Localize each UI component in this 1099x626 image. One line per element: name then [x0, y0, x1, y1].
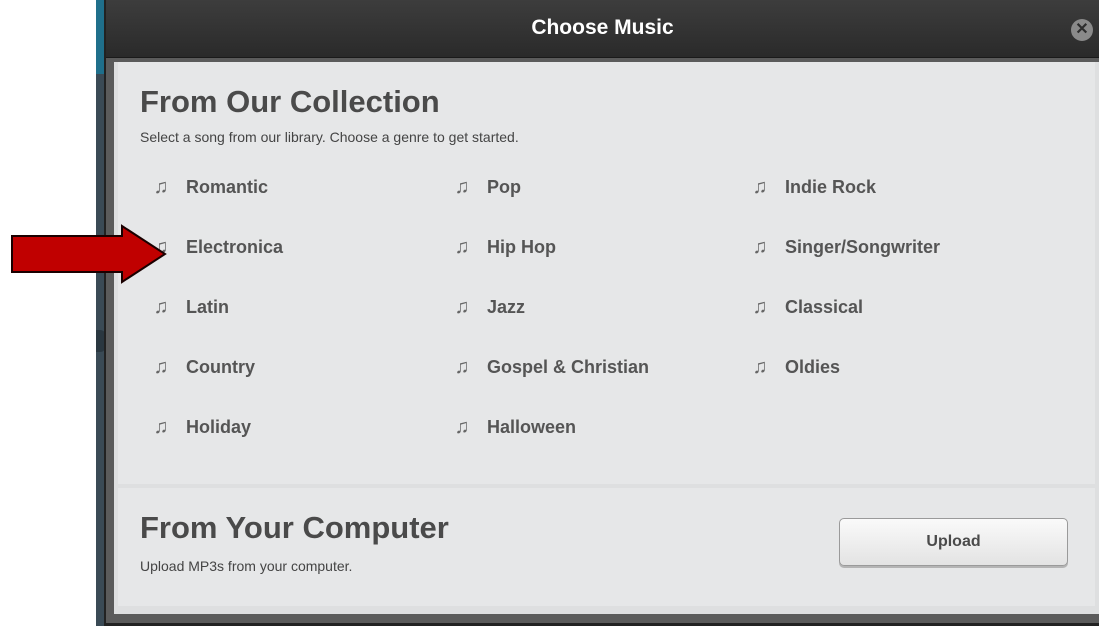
genre-halloween[interactable]: ♫ Halloween — [451, 416, 577, 439]
background-accent-bar — [96, 0, 104, 74]
genre-label: Indie Rock — [785, 177, 877, 197]
genre-label: Country — [186, 357, 255, 377]
upload-button[interactable]: Upload — [839, 518, 1068, 566]
genre-hip-hop[interactable]: ♫ Hip Hop — [451, 236, 557, 259]
music-note-icon: ♫ — [752, 296, 768, 318]
genre-label: Oldies — [785, 357, 841, 377]
genre-label: Pop — [487, 177, 521, 197]
genre-label: Hip Hop — [487, 237, 556, 257]
genre-label: Singer/Songwriter — [785, 237, 941, 257]
genre-gospel-christian[interactable]: ♫ Gospel & Christian — [451, 356, 650, 379]
music-note-icon: ♫ — [454, 356, 470, 378]
computer-section: From Your Computer Upload MP3s from your… — [118, 488, 1095, 606]
genre-singer-songwriter[interactable]: ♫ Singer/Songwriter — [749, 236, 941, 259]
genre-classical[interactable]: ♫ Classical — [749, 296, 864, 319]
genre-jazz[interactable]: ♫ Jazz — [451, 296, 526, 319]
music-note-icon: ♫ — [153, 296, 169, 318]
music-note-icon: ♫ — [454, 296, 470, 318]
collection-title: From Our Collection — [140, 84, 440, 119]
genre-label: Electronica — [186, 237, 284, 257]
genre-pop[interactable]: ♫ Pop — [451, 176, 522, 199]
collection-section: From Our Collection Select a song from o… — [118, 62, 1095, 484]
genre-country[interactable]: ♫ Country — [150, 356, 256, 379]
choose-music-dialog: Choose Music ✕ From Our Collection Selec… — [104, 0, 1099, 626]
computer-title: From Your Computer — [140, 510, 449, 545]
computer-subtitle: Upload MP3s from your computer. — [140, 558, 353, 574]
close-icon[interactable]: ✕ — [1071, 19, 1093, 41]
genre-indie-rock[interactable]: ♫ Indie Rock — [749, 176, 877, 199]
music-note-icon: ♫ — [454, 416, 470, 438]
genre-label: Halloween — [487, 417, 577, 437]
music-note-icon: ♫ — [454, 176, 470, 198]
music-note-icon: ♫ — [153, 416, 169, 438]
genre-label: Jazz — [487, 297, 526, 317]
dialog-body: From Our Collection Select a song from o… — [114, 62, 1099, 614]
dialog-title: Choose Music — [531, 16, 674, 39]
music-note-icon: ♫ — [752, 176, 768, 198]
genre-label: Gospel & Christian — [487, 357, 650, 377]
collection-subtitle: Select a song from our library. Choose a… — [140, 129, 519, 145]
music-note-icon: ♫ — [454, 236, 470, 258]
genre-label: Holiday — [186, 417, 252, 437]
music-note-icon: ♫ — [153, 356, 169, 378]
genre-label: Romantic — [186, 177, 269, 197]
genre-label: Classical — [785, 297, 864, 317]
red-arrow-annotation — [11, 224, 167, 284]
genre-holiday[interactable]: ♫ Holiday — [150, 416, 252, 439]
music-note-icon: ♫ — [752, 356, 768, 378]
genre-romantic[interactable]: ♫ Romantic — [150, 176, 269, 199]
genre-label: Latin — [186, 297, 229, 317]
genre-latin[interactable]: ♫ Latin — [150, 296, 230, 319]
music-note-icon: ♫ — [752, 236, 768, 258]
genre-oldies[interactable]: ♫ Oldies — [749, 356, 841, 379]
dialog-titlebar: Choose Music ✕ — [106, 0, 1099, 58]
music-note-icon: ♫ — [153, 176, 169, 198]
